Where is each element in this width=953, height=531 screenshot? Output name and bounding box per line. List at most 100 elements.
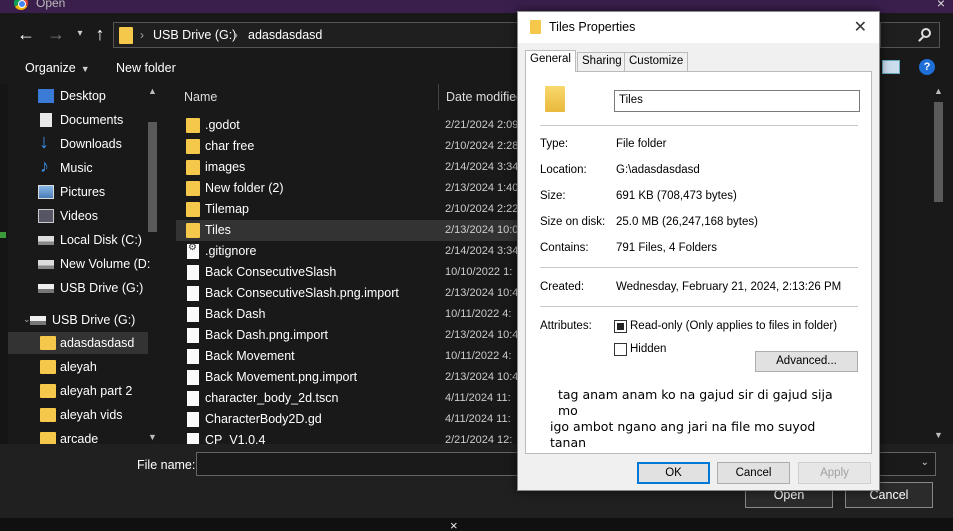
close-icon[interactable]: ✕ <box>854 17 867 37</box>
search-icon <box>921 28 931 38</box>
chevron-up-icon[interactable]: ▲ <box>934 86 943 96</box>
readonly-checkbox[interactable] <box>614 320 627 333</box>
nav-label: aleyah part 2 <box>60 384 133 398</box>
nav-item-documents[interactable]: Documents <box>8 109 148 131</box>
nav-item-music[interactable]: Music <box>8 156 148 179</box>
file-icon <box>187 433 199 444</box>
file-name: Back ConsecutiveSlash.png.import <box>205 286 399 300</box>
file-date: 2/13/2024 1:40 <box>445 182 519 194</box>
apply-button[interactable]: Apply <box>798 462 871 484</box>
new-folder-button[interactable]: New folder <box>116 61 176 75</box>
file-row[interactable]: Back Movement 10/11/2022 4: <box>176 346 526 367</box>
tab-customize[interactable]: Customize <box>624 52 689 71</box>
file-row[interactable]: Back Dash 10/11/2022 4: <box>176 304 526 325</box>
file-row-selected[interactable]: Tiles 2/13/2024 10:0 <box>176 220 526 241</box>
location-label: Location: <box>540 164 587 176</box>
divider <box>540 267 858 268</box>
tab-sharing[interactable]: Sharing <box>577 52 627 71</box>
music-icon <box>38 156 54 177</box>
file-row[interactable]: Back Dash.png.import 2/13/2024 10:4 <box>176 325 526 346</box>
nav-item-new-volume[interactable]: New Volume (D: <box>8 253 150 275</box>
file-date: 2/13/2024 10:4 <box>445 287 519 299</box>
tree-item-usb-drive[interactable]: ⌄ USB Drive (G:) <box>8 309 148 331</box>
file-row[interactable]: CP_V1.0.4 2/21/2024 12: <box>176 430 526 444</box>
file-row[interactable]: images 2/14/2024 3:34 <box>176 157 526 178</box>
up-arrow-icon[interactable]: ↑ <box>90 24 110 44</box>
file-name: .godot <box>205 118 240 132</box>
left-edge <box>0 84 8 444</box>
file-row[interactable]: Back ConsecutiveSlash 10/10/2022 1: <box>176 262 526 283</box>
file-name: char free <box>205 139 255 153</box>
close-icon[interactable]: × <box>937 0 945 11</box>
nav-item-local-disk[interactable]: Local Disk (C:) <box>8 229 148 251</box>
address-bar[interactable]: › USB Drive (G:) › adasdasdasd <box>113 22 533 48</box>
attributes-label: Attributes: <box>540 320 592 332</box>
tree-item-arcade[interactable]: arcade <box>8 428 148 444</box>
file-row[interactable]: CharacterBody2D.gd 4/11/2024 11: <box>176 409 526 430</box>
forward-arrow-icon[interactable]: → <box>46 24 66 44</box>
breadcrumb-folder[interactable]: adasdasdasd <box>248 28 322 42</box>
properties-titlebar: Tiles Properties ✕ <box>518 12 879 43</box>
help-icon[interactable]: ? <box>919 59 935 75</box>
nav-item-downloads[interactable]: Downloads <box>8 131 148 155</box>
advanced-button[interactable]: Advanced... <box>755 351 858 372</box>
organize-button[interactable]: Organize ▼ <box>25 61 90 75</box>
nav-item-videos[interactable]: Videos <box>8 205 148 227</box>
hidden-checkbox[interactable] <box>614 343 627 356</box>
file-row[interactable]: Back ConsecutiveSlash.png.import 2/13/202… <box>176 283 526 304</box>
file-row[interactable]: Back Movement.png.import 2/13/2024 10:4 <box>176 367 526 388</box>
nav-label: USB Drive (G:) <box>52 313 136 327</box>
hidden-label[interactable]: Hidden <box>630 343 666 355</box>
readonly-label[interactable]: Read-only (Only applies to files in fold… <box>630 320 837 332</box>
folder-icon <box>40 384 56 398</box>
navigation-pane: Desktop Documents Downloads Music Pictur… <box>8 84 163 444</box>
file-icon <box>187 370 199 385</box>
view-options-icon[interactable] <box>882 60 900 74</box>
tree-item-aleyah[interactable]: aleyah <box>8 356 148 378</box>
file-list-scrollbar[interactable]: ▲ ▼ <box>932 84 946 444</box>
chevron-up-icon[interactable]: ▲ <box>148 86 157 96</box>
folder-icon <box>186 181 200 196</box>
file-name: Tiles <box>205 223 231 237</box>
close-icon[interactable]: × <box>450 518 458 531</box>
chevron-down-icon[interactable]: ▼ <box>934 430 943 440</box>
file-name: Tilemap <box>205 202 249 216</box>
chevron-down-icon[interactable]: ▼ <box>148 432 157 442</box>
file-row[interactable]: char free 2/10/2024 2:28 <box>176 136 526 157</box>
file-name: Back Movement <box>205 349 295 363</box>
ok-button[interactable]: OK <box>637 462 710 484</box>
nav-scrollbar[interactable]: ▲ ▼ <box>146 84 160 444</box>
file-row[interactable]: Tilemap 2/10/2024 2:22 <box>176 199 526 220</box>
file-name: .gitignore <box>205 244 257 258</box>
tree-item-adasdasdasd[interactable]: adasdasdasd <box>8 332 148 354</box>
file-icon <box>187 391 199 406</box>
file-row[interactable]: .godot 2/21/2024 2:09 <box>176 115 526 136</box>
back-arrow-icon[interactable]: ← <box>16 24 36 44</box>
scroll-thumb[interactable] <box>148 122 157 232</box>
folder-icon <box>530 20 541 34</box>
tree-item-aleyah-vids[interactable]: aleyah vids <box>8 404 148 426</box>
pictures-icon <box>38 185 54 199</box>
column-header-name[interactable]: Name ⌃ <box>176 84 438 110</box>
annotation-line: tanan <box>550 435 587 450</box>
nav-item-pictures[interactable]: Pictures <box>8 181 148 203</box>
properties-cancel-button[interactable]: Cancel <box>717 462 790 484</box>
tree-item-aleyah-part-2[interactable]: aleyah part 2 <box>8 380 148 402</box>
file-row[interactable]: New folder (2) 2/13/2024 1:40 <box>176 178 526 199</box>
tab-general[interactable]: General <box>525 50 576 72</box>
nav-item-desktop[interactable]: Desktop <box>8 85 148 107</box>
file-row[interactable]: .gitignore 2/14/2024 3:34 <box>176 241 526 262</box>
file-name: Back Movement.png.import <box>205 370 358 384</box>
breadcrumb-drive[interactable]: USB Drive (G:) <box>153 28 236 42</box>
file-row[interactable]: character_body_2d.tscn 4/11/2024 11: <box>176 388 526 409</box>
chevron-down-icon[interactable]: ⌄ <box>921 457 929 468</box>
nav-label: aleyah <box>60 360 97 374</box>
file-date: 2/10/2024 2:22 <box>445 203 519 215</box>
folder-name-input[interactable]: Tiles <box>614 90 860 112</box>
search-input[interactable] <box>880 22 940 48</box>
file-icon <box>187 349 199 364</box>
scroll-thumb[interactable] <box>934 102 943 202</box>
nav-item-usb-drive[interactable]: USB Drive (G:) <box>8 277 148 299</box>
recent-locations-icon[interactable]: ▾ <box>70 24 90 44</box>
file-name: Back ConsecutiveSlash <box>205 265 337 279</box>
